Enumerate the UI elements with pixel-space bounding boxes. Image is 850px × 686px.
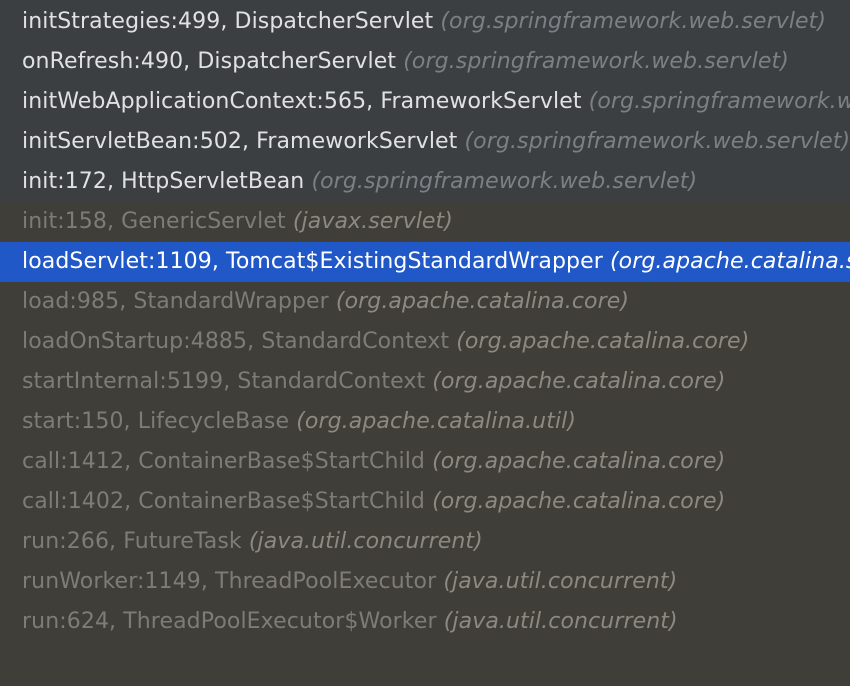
frame-row-selected[interactable]: loadServlet:1109, Tomcat$ExistingStandar… bbox=[0, 242, 850, 282]
frame-method: init:172, HttpServletBean bbox=[22, 169, 305, 194]
frame-package: (org.apache.catalina.core) bbox=[335, 289, 630, 314]
frame-method: loadOnStartup:4885, StandardContext bbox=[22, 329, 450, 354]
frame-row[interactable]: start:150, LifecycleBase (org.apache.cat… bbox=[0, 402, 850, 442]
frame-row[interactable]: call:1402, ContainerBase$StartChild (org… bbox=[0, 482, 850, 522]
frame-row[interactable]: loadOnStartup:4885, StandardContext (org… bbox=[0, 322, 850, 362]
frame-package: (org.springframework.web.servlet) bbox=[403, 49, 789, 74]
frame-package: (org.apache.catalina.core) bbox=[456, 329, 750, 354]
debugger-frames-list: initStrategies:499, DispatcherServlet (o… bbox=[0, 0, 850, 686]
frame-row[interactable]: run:266, FutureTask (java.util.concurren… bbox=[0, 522, 850, 562]
frame-row[interactable]: runWorker:1149, ThreadPoolExecutor (java… bbox=[0, 562, 850, 602]
frame-row[interactable]: init:172, HttpServletBean (org.springfra… bbox=[0, 162, 850, 202]
frame-method: initServletBean:502, FrameworkServlet bbox=[22, 129, 458, 154]
frame-method: run:624, ThreadPoolExecutor$Worker bbox=[22, 609, 437, 634]
frame-package: (org.apache.catalina.startup) bbox=[609, 249, 850, 274]
frame-method: onRefresh:490, DispatcherServlet bbox=[22, 49, 397, 74]
frame-method: start:150, LifecycleBase bbox=[22, 409, 290, 434]
frames-rows: initStrategies:499, DispatcherServlet (o… bbox=[0, 2, 850, 682]
frame-package: (org.apache.catalina.util) bbox=[296, 409, 577, 434]
frame-method: run:266, FutureTask bbox=[22, 529, 242, 554]
frame-row[interactable]: startInternal:5199, StandardContext (org… bbox=[0, 362, 850, 402]
frame-method: loadServlet:1109, Tomcat$ExistingStandar… bbox=[22, 249, 603, 274]
frame-method: call:1412, ContainerBase$StartChild bbox=[22, 449, 426, 474]
frame-package: (java.util.concurrent) bbox=[443, 609, 678, 634]
frame-package: (org.apache.catalina.core) bbox=[432, 449, 726, 474]
frame-package: (org.springframework.web.servlet) bbox=[311, 169, 698, 194]
frame-method: runWorker:1149, ThreadPoolExecutor bbox=[22, 569, 437, 594]
frame-method: load:985, StandardWrapper bbox=[22, 289, 329, 314]
frame-row[interactable]: init:158, GenericServlet (javax.servlet) bbox=[0, 202, 850, 242]
frame-package: (javax.servlet) bbox=[292, 209, 453, 234]
frame-package: (java.util.concurrent) bbox=[443, 569, 678, 594]
frame-method: initWebApplicationContext:565, Framework… bbox=[22, 89, 582, 114]
frame-method: init:158, GenericServlet bbox=[22, 209, 286, 234]
frame-package: (java.util.concurrent) bbox=[248, 529, 483, 554]
frame-row[interactable]: call:1412, ContainerBase$StartChild (org… bbox=[0, 442, 850, 482]
frame-package: (org.springframework.web.servlet) bbox=[464, 129, 850, 154]
frame-package: (org.springframework.web.servlet) bbox=[588, 89, 850, 114]
frame-row[interactable]: run:624, ThreadPoolExecutor$Worker (java… bbox=[0, 602, 850, 642]
frame-package: (org.apache.catalina.core) bbox=[432, 369, 726, 394]
list-filler bbox=[0, 640, 850, 686]
frame-row[interactable]: initServletBean:502, FrameworkServlet (o… bbox=[0, 122, 850, 162]
frame-row[interactable]: initStrategies:499, DispatcherServlet (o… bbox=[0, 2, 850, 42]
frame-method: startInternal:5199, StandardContext bbox=[22, 369, 426, 394]
frame-method: initStrategies:499, DispatcherServlet bbox=[22, 9, 434, 34]
frame-package: (org.springframework.web.servlet) bbox=[440, 9, 827, 34]
frame-row[interactable]: load:985, StandardWrapper (org.apache.ca… bbox=[0, 282, 850, 322]
frame-row[interactable]: initWebApplicationContext:565, Framework… bbox=[0, 82, 850, 122]
frame-row[interactable]: onRefresh:490, DispatcherServlet (org.sp… bbox=[0, 42, 850, 82]
frame-method: call:1402, ContainerBase$StartChild bbox=[22, 489, 426, 514]
frame-package: (org.apache.catalina.core) bbox=[432, 489, 726, 514]
